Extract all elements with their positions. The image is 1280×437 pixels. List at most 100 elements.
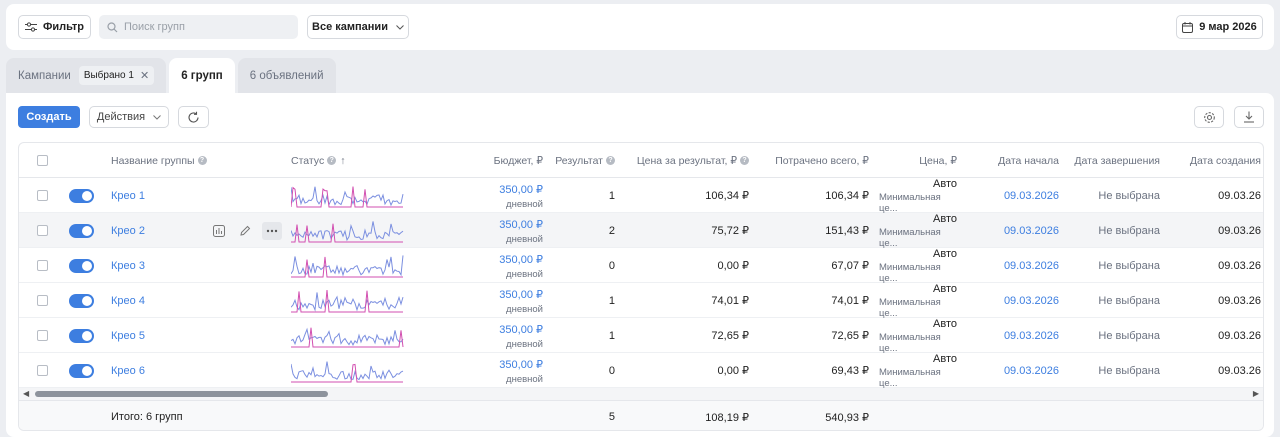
- price-value: Авто: [933, 353, 957, 365]
- start-date-link[interactable]: 09.03.2026: [969, 353, 1059, 388]
- scroll-right-icon[interactable]: ▶: [1253, 389, 1259, 398]
- help-icon[interactable]: ?: [327, 156, 337, 165]
- budget-cell[interactable]: 350,00 ₽ дневной: [449, 182, 543, 210]
- col-end[interactable]: Дата завершения: [1064, 143, 1160, 178]
- price-cell: Авто Минимальная це...: [879, 248, 957, 284]
- chevron-down-icon: [396, 24, 404, 30]
- table-row[interactable]: Крео 6 350,00 ₽ дневной 0 0,00 ₽ 69,43 ₽ Авто М…: [19, 353, 1263, 389]
- col-price[interactable]: Цена, ₽: [879, 143, 957, 178]
- budget-value[interactable]: 350,00 ₽: [499, 218, 543, 231]
- table-row[interactable]: Крео 2 350,00 ₽ дневной 2 75,72 ₽ 151,43 ₽ Авт…: [19, 213, 1263, 249]
- stats-icon[interactable]: [210, 222, 228, 240]
- scroll-left-icon[interactable]: ◀: [23, 389, 29, 398]
- start-date-link[interactable]: 09.03.2026: [969, 318, 1059, 353]
- row-checkbox[interactable]: [37, 330, 48, 341]
- status-toggle[interactable]: [69, 363, 94, 378]
- status-toggle[interactable]: [69, 188, 94, 203]
- budget-cell[interactable]: 350,00 ₽ дневной: [449, 322, 543, 350]
- col-result[interactable]: Результат?: [549, 143, 615, 178]
- close-icon[interactable]: ✕: [140, 69, 149, 82]
- top-toolbar: Фильтр Все кампании 9 мар 2026: [6, 4, 1274, 50]
- group-name-link[interactable]: Крео 4: [111, 283, 145, 318]
- help-icon[interactable]: ?: [740, 156, 749, 165]
- more-icon[interactable]: [262, 222, 282, 240]
- end-date-value: Не выбрана: [1098, 294, 1160, 307]
- row-checkbox[interactable]: [37, 295, 48, 306]
- col-start-label: Дата начала: [998, 154, 1059, 167]
- row-checkbox[interactable]: [37, 190, 48, 201]
- create-button[interactable]: Создать: [18, 106, 80, 128]
- status-toggle[interactable]: [69, 293, 94, 308]
- refresh-button[interactable]: [178, 106, 209, 128]
- row-tools: [210, 222, 282, 240]
- group-name-link[interactable]: Крео 6: [111, 353, 145, 388]
- start-date-link[interactable]: 09.03.2026: [969, 213, 1059, 248]
- group-name-link[interactable]: Крео 2: [111, 213, 145, 248]
- status-toggle[interactable]: [69, 223, 94, 238]
- col-created[interactable]: Дата создания: [1165, 143, 1261, 178]
- col-start[interactable]: Дата начала: [969, 143, 1059, 178]
- budget-value[interactable]: 350,00 ₽: [499, 288, 543, 301]
- budget-cell[interactable]: 350,00 ₽ дневной: [449, 357, 543, 385]
- tab-ads-label: 6 объявлений: [249, 69, 324, 82]
- col-price-label: Цена, ₽: [919, 154, 957, 167]
- start-date-link[interactable]: 09.03.2026: [969, 178, 1059, 213]
- col-status[interactable]: Статус? ↑: [291, 143, 345, 178]
- actions-dropdown[interactable]: Действия: [89, 106, 169, 128]
- col-spent[interactable]: Потрачено всего, ₽: [754, 143, 869, 178]
- group-name-link[interactable]: Крео 5: [111, 318, 145, 353]
- search-input[interactable]: [124, 21, 284, 33]
- row-checkbox-cell: [37, 248, 48, 283]
- horizontal-scrollbar[interactable]: ◀ ▶: [19, 388, 1263, 400]
- help-icon[interactable]: ?: [197, 156, 207, 165]
- tab-campaigns[interactable]: Кампании Выбрано 1 ✕: [6, 58, 167, 93]
- group-name-link[interactable]: Крео 3: [111, 248, 145, 283]
- budget-value[interactable]: 350,00 ₽: [499, 253, 543, 266]
- budget-value[interactable]: 350,00 ₽: [499, 323, 543, 336]
- start-date-link[interactable]: 09.03.2026: [969, 248, 1059, 283]
- price-value: Авто: [933, 213, 957, 225]
- filter-button[interactable]: Фильтр: [18, 15, 91, 39]
- download-button[interactable]: [1234, 106, 1264, 128]
- row-checkbox-cell: [37, 213, 48, 248]
- row-checkbox[interactable]: [37, 260, 48, 271]
- table-row[interactable]: Крео 5 350,00 ₽ дневной 1 72,65 ₽ 72,65 ₽ Авто…: [19, 318, 1263, 354]
- budget-value[interactable]: 350,00 ₽: [499, 358, 543, 371]
- date-label: 9 мар 2026: [1199, 21, 1257, 33]
- result-value: 2: [608, 224, 615, 237]
- tab-ads[interactable]: 6 объявлений: [237, 58, 336, 93]
- status-toggle[interactable]: [69, 258, 94, 273]
- selected-chip[interactable]: Выбрано 1 ✕: [78, 66, 155, 85]
- date-picker-button[interactable]: 9 мар 2026: [1176, 15, 1263, 39]
- row-checkbox[interactable]: [37, 225, 48, 236]
- row-checkbox[interactable]: [37, 365, 48, 376]
- col-budget[interactable]: Бюджет, ₽: [449, 143, 543, 178]
- help-icon[interactable]: ?: [606, 156, 615, 165]
- row-checkbox-cell: [37, 353, 48, 388]
- tab-groups[interactable]: 6 групп: [169, 58, 235, 93]
- table-row[interactable]: Крео 4 350,00 ₽ дневной 1 74,01 ₽ 74,01 ₽ Авто…: [19, 283, 1263, 319]
- select-all-checkbox[interactable]: [37, 155, 48, 166]
- row-checkbox-cell: [37, 178, 48, 213]
- table-row[interactable]: Крео 1 350,00 ₽ дневной 1 106,34 ₽ 106,34 ₽ Ав…: [19, 178, 1263, 214]
- group-name-link[interactable]: Крео 1: [111, 178, 145, 213]
- start-date-link[interactable]: 09.03.2026: [969, 283, 1059, 318]
- price-value: Авто: [933, 178, 957, 190]
- row-checkbox-cell: [37, 318, 48, 353]
- table-settings-button[interactable]: [1194, 106, 1224, 128]
- campaign-select[interactable]: Все кампании: [307, 15, 409, 39]
- budget-value[interactable]: 350,00 ₽: [499, 183, 543, 196]
- totals-cpr: 108,19 ₽: [705, 411, 749, 424]
- status-toggle[interactable]: [69, 328, 94, 343]
- search-box[interactable]: [99, 15, 298, 39]
- scrollbar-thumb[interactable]: [35, 391, 328, 397]
- budget-cell[interactable]: 350,00 ₽ дневной: [449, 252, 543, 280]
- budget-cell[interactable]: 350,00 ₽ дневной: [449, 217, 543, 245]
- table-row[interactable]: Крео 3 350,00 ₽ дневной 0 0,00 ₽ 67,07 ₽ Авто М…: [19, 248, 1263, 284]
- pencil-icon[interactable]: [236, 222, 254, 240]
- col-cost-per-result[interactable]: Цена за результат, ₽?: [619, 143, 749, 178]
- sort-arrow-icon: ↑: [340, 154, 346, 167]
- col-name[interactable]: Название группы?: [111, 143, 207, 178]
- budget-cell[interactable]: 350,00 ₽ дневной: [449, 287, 543, 315]
- spent-value: 151,43 ₽: [825, 225, 869, 237]
